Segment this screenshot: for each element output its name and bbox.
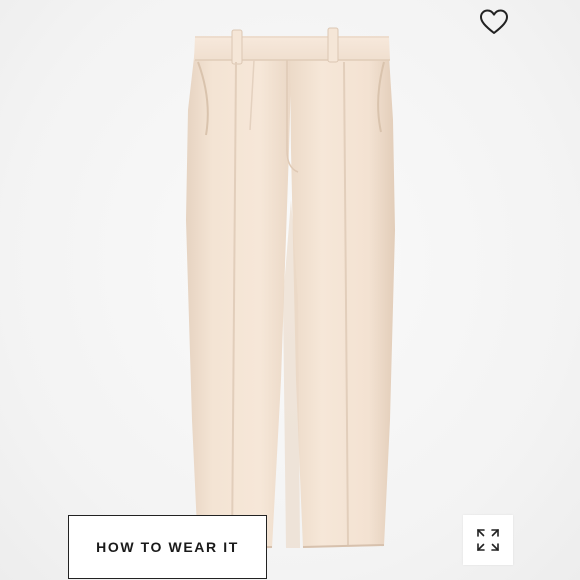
how-to-wear-label: HOW TO WEAR IT [96,539,239,555]
wishlist-button[interactable] [474,4,514,40]
expand-arrows-icon [477,529,499,551]
product-gallery: HOW TO WEAR IT [0,0,580,580]
heart-outline-icon [480,9,508,34]
how-to-wear-button[interactable]: HOW TO WEAR IT [68,515,267,579]
expand-image-button[interactable] [463,515,513,565]
product-image[interactable] [0,0,580,580]
